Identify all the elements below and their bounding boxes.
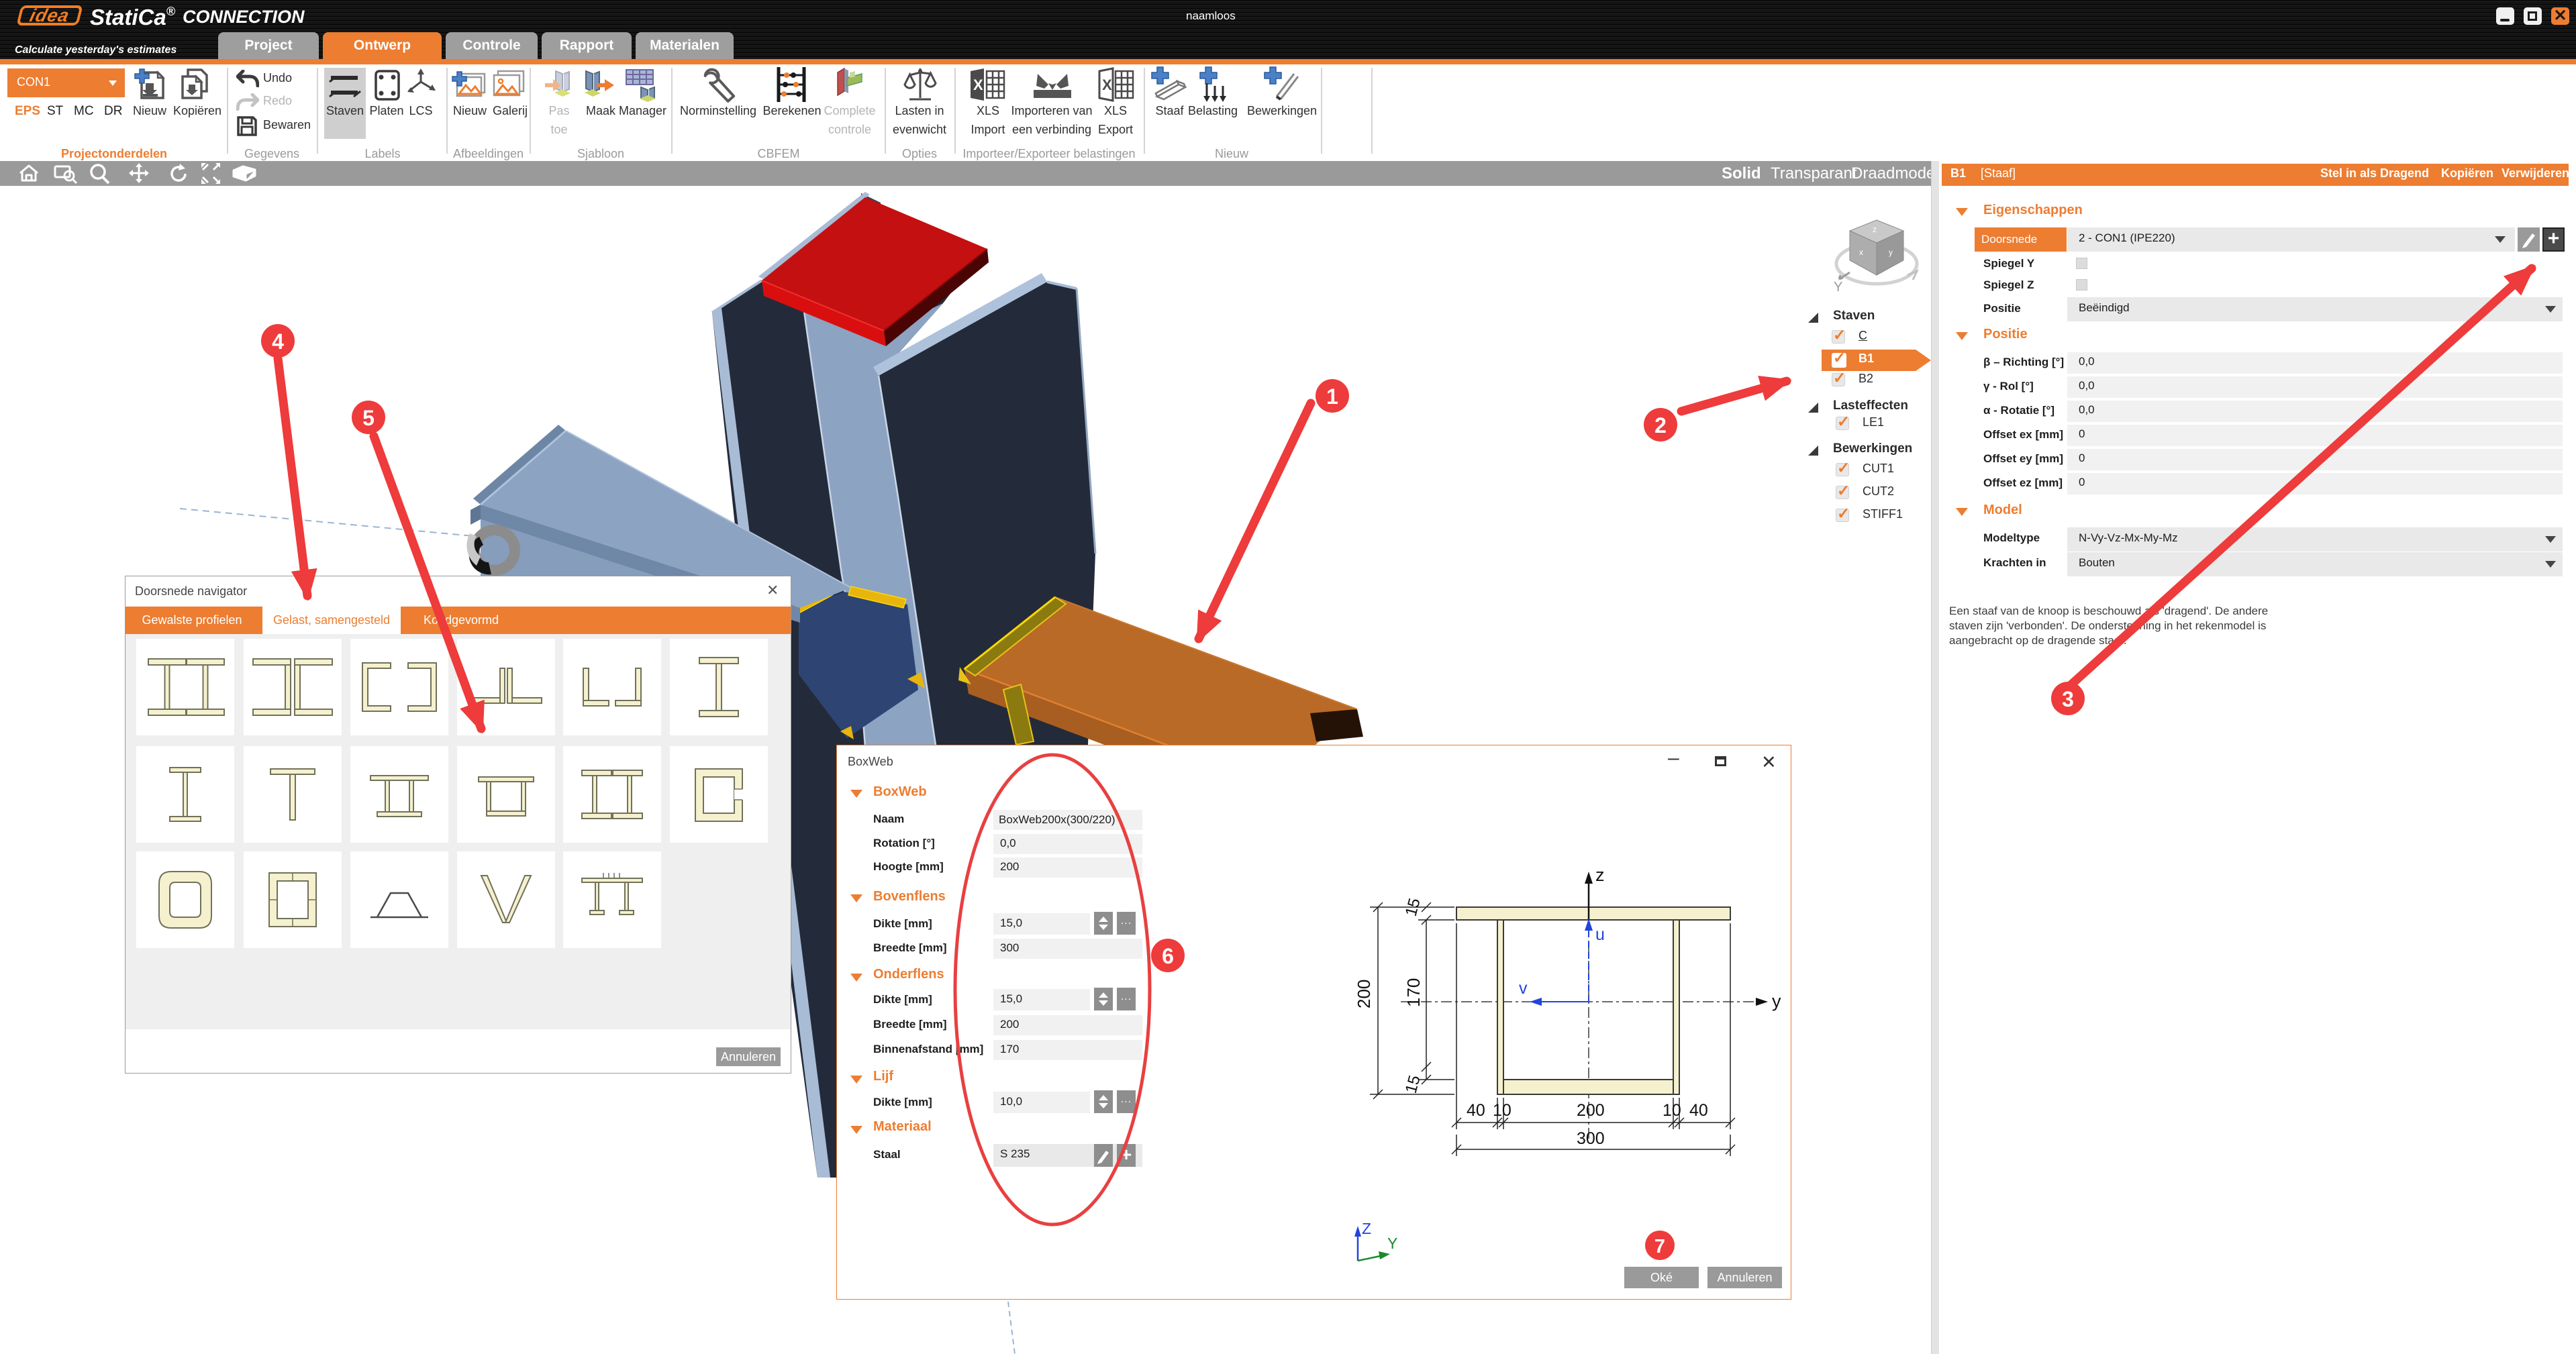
svg-text:200: 200 — [1577, 1101, 1605, 1120]
svg-text:y: y — [1889, 248, 1893, 257]
svg-text:300: 300 — [1577, 1129, 1605, 1148]
svg-text:Y: Y — [1834, 280, 1842, 294]
svg-text:40: 40 — [1467, 1101, 1485, 1120]
svg-text:Y: Y — [1387, 1235, 1397, 1252]
svg-text:15: 15 — [1402, 1074, 1424, 1096]
svg-text:z: z — [1595, 865, 1605, 885]
svg-text:Z: Z — [1362, 1220, 1371, 1237]
svg-text:170: 170 — [1403, 978, 1424, 1007]
svg-text:z: z — [1873, 225, 1877, 234]
svg-text:200: 200 — [1354, 980, 1374, 1008]
svg-text:X: X — [973, 76, 983, 93]
svg-text:v: v — [1519, 979, 1528, 998]
svg-text:15: 15 — [1402, 896, 1424, 919]
svg-text:10: 10 — [1663, 1101, 1681, 1120]
svg-text:x: x — [1859, 248, 1863, 257]
svg-text:X: X — [1102, 76, 1112, 93]
svg-text:y: y — [1772, 991, 1781, 1011]
svg-text:u: u — [1595, 925, 1605, 944]
svg-text:40: 40 — [1689, 1101, 1708, 1120]
svg-text:10: 10 — [1493, 1101, 1512, 1120]
